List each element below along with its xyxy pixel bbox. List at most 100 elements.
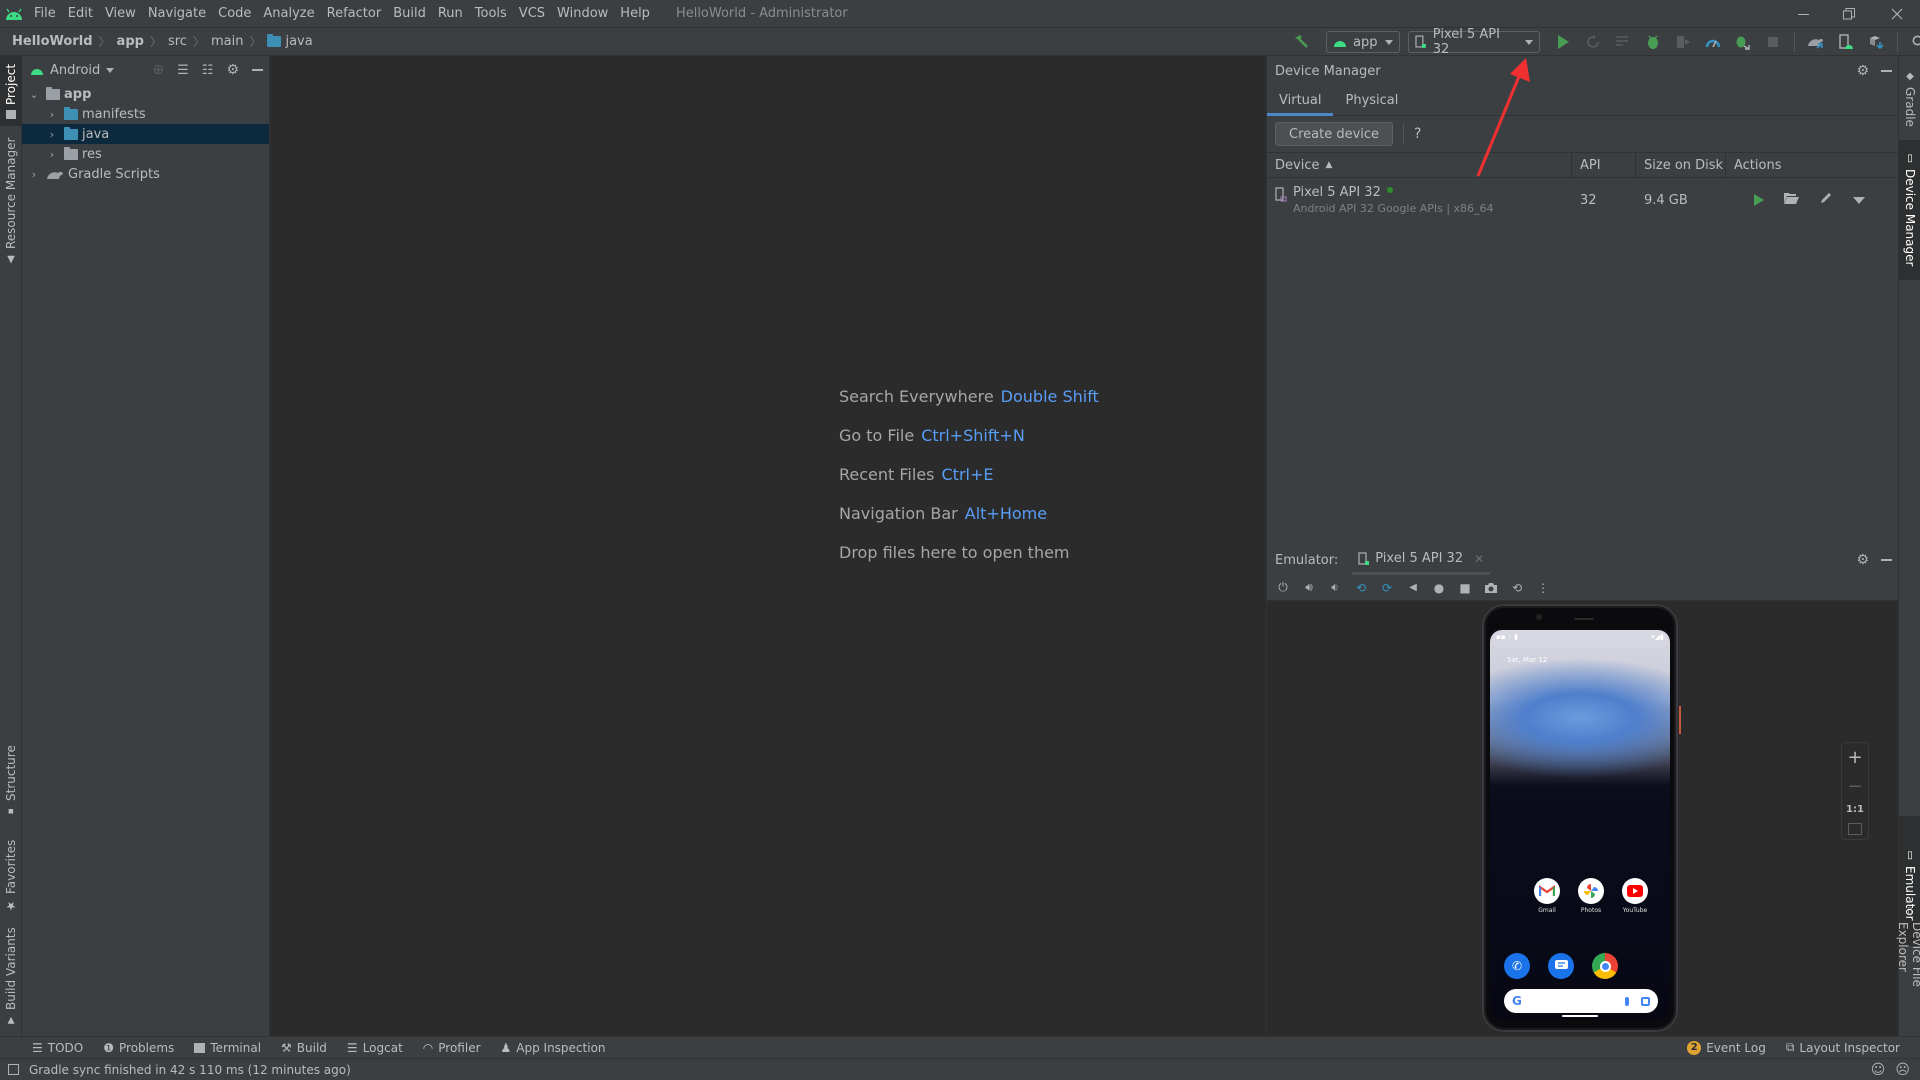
gesture-handle[interactable] bbox=[1562, 1015, 1598, 1017]
apply-code-changes-button[interactable] bbox=[1610, 29, 1636, 55]
zoom-in-button[interactable]: + bbox=[1847, 747, 1862, 768]
column-header-api[interactable]: API bbox=[1572, 152, 1636, 178]
breadcrumb-java[interactable]: java bbox=[285, 34, 312, 49]
volume-up-button[interactable]: 🔊︎ bbox=[1301, 580, 1317, 596]
create-device-button[interactable]: Create device bbox=[1275, 122, 1394, 146]
debug-button[interactable] bbox=[1640, 29, 1666, 55]
rotate-left-button[interactable]: ⟲ bbox=[1353, 580, 1369, 596]
mic-icon[interactable] bbox=[1625, 996, 1629, 1006]
attach-debugger-button[interactable] bbox=[1730, 29, 1756, 55]
app-youtube[interactable] bbox=[1622, 878, 1648, 904]
menu-refactor[interactable]: Refactor bbox=[321, 0, 388, 28]
tool-tab-resource-manager[interactable]: ▲ Resource Manager bbox=[0, 136, 22, 266]
tool-tab-gradle[interactable]: ◆ Gradle bbox=[1899, 64, 1920, 134]
editor-empty-area[interactable]: Search Everywhere Double Shift Go to File… bbox=[270, 56, 1266, 1036]
breadcrumb-module[interactable]: app bbox=[117, 34, 144, 49]
tree-item-manifests[interactable]: › manifests bbox=[22, 104, 269, 124]
minimize-button[interactable] bbox=[1780, 0, 1826, 28]
hide-panel-button[interactable] bbox=[1881, 559, 1892, 561]
device-row[interactable]: Pixel 5 API 32 Android API 32 Google API… bbox=[1267, 178, 1898, 222]
tree-item-res[interactable]: › res bbox=[22, 144, 269, 164]
breadcrumb-main[interactable]: main bbox=[211, 34, 243, 49]
collapse-all-button[interactable]: ☷ bbox=[202, 63, 214, 78]
run-with-coverage-button[interactable] bbox=[1670, 29, 1696, 55]
tool-tab-device-file-explorer[interactable]: ▯ Device File Explorer bbox=[1896, 906, 1920, 1036]
tab-virtual[interactable]: Virtual bbox=[1267, 86, 1334, 116]
date-widget[interactable]: Sat, Mar 12 bbox=[1507, 656, 1547, 664]
menu-code[interactable]: Code bbox=[212, 0, 257, 28]
app-phone[interactable]: ✆ bbox=[1504, 953, 1530, 979]
status-message[interactable]: Gradle sync finished in 42 s 110 ms (12 … bbox=[29, 1063, 351, 1077]
breadcrumb-src[interactable]: src bbox=[168, 34, 187, 49]
sync-gradle-button[interactable] bbox=[1803, 29, 1829, 55]
tool-window-logcat[interactable]: ☰ Logcat bbox=[347, 1041, 403, 1055]
tree-item-app[interactable]: ⌄ app bbox=[22, 84, 269, 104]
gear-icon[interactable]: ⚙ bbox=[226, 62, 239, 78]
menu-run[interactable]: Run bbox=[432, 0, 469, 28]
zoom-out-button[interactable]: − bbox=[1847, 776, 1862, 797]
column-header-actions[interactable]: Actions bbox=[1726, 152, 1898, 178]
tool-window-todo[interactable]: ☰ TODO bbox=[32, 1041, 83, 1055]
run-config-dropdown[interactable]: app bbox=[1326, 31, 1400, 53]
tool-tab-project[interactable]: Project bbox=[0, 56, 22, 126]
show-on-disk-button[interactable] bbox=[1784, 192, 1799, 208]
tool-tab-structure[interactable]: ▪ Structure bbox=[0, 746, 22, 817]
menu-vcs[interactable]: VCS bbox=[513, 0, 551, 28]
tool-tab-build-variants[interactable]: ▼ Build Variants bbox=[0, 926, 22, 1026]
screenshot-button[interactable] bbox=[1483, 580, 1499, 596]
app-photos[interactable] bbox=[1578, 878, 1604, 904]
launch-device-button[interactable] bbox=[1754, 194, 1764, 206]
lens-icon[interactable] bbox=[1641, 996, 1650, 1006]
apply-changes-restart-button[interactable] bbox=[1580, 29, 1606, 55]
menu-view[interactable]: View bbox=[99, 0, 142, 28]
column-header-size[interactable]: Size on Disk bbox=[1636, 152, 1726, 178]
tool-window-layout-inspector[interactable]: ⧉ Layout Inspector bbox=[1786, 1040, 1900, 1055]
tab-physical[interactable]: Physical bbox=[1333, 86, 1410, 116]
tool-tab-favorites[interactable]: ★ Favorites bbox=[0, 836, 22, 916]
close-window-button[interactable] bbox=[1874, 0, 1920, 28]
make-project-button[interactable] bbox=[1288, 29, 1314, 55]
menu-analyze[interactable]: Analyze bbox=[257, 0, 320, 28]
tool-window-app-inspection[interactable]: ♟ App Inspection bbox=[501, 1041, 606, 1055]
emulator-device-tab[interactable]: Pixel 5 API 32 ✕ bbox=[1352, 545, 1491, 575]
tool-window-build[interactable]: ⚒ Build bbox=[281, 1041, 327, 1055]
tree-item-gradle-scripts[interactable]: › Gradle Scripts bbox=[22, 164, 269, 184]
gear-icon[interactable]: ⚙ bbox=[1856, 63, 1869, 79]
sdk-manager-button[interactable] bbox=[1863, 29, 1889, 55]
menu-build[interactable]: Build bbox=[387, 0, 432, 28]
hide-panel-button[interactable] bbox=[1881, 70, 1892, 72]
toggle-tool-windows-icon[interactable] bbox=[8, 1064, 19, 1075]
app-messages[interactable] bbox=[1548, 953, 1574, 979]
more-actions-button[interactable] bbox=[1853, 196, 1865, 204]
device-dropdown[interactable]: Pixel 5 API 32 bbox=[1408, 27, 1540, 57]
back-button[interactable]: ◀ bbox=[1405, 580, 1421, 596]
tool-window-profiler[interactable]: ◠ Profiler bbox=[423, 1041, 481, 1055]
power-button[interactable]: ⏻ bbox=[1275, 580, 1291, 596]
fit-screen-button[interactable] bbox=[1848, 823, 1862, 836]
tool-window-problems[interactable]: ❶ Problems bbox=[103, 1041, 174, 1055]
help-button[interactable]: ? bbox=[1414, 126, 1421, 142]
app-chrome[interactable] bbox=[1592, 953, 1618, 979]
actual-size-button[interactable]: 1:1 bbox=[1846, 804, 1864, 815]
rotate-right-button[interactable]: ⟳ bbox=[1379, 580, 1395, 596]
menu-navigate[interactable]: Navigate bbox=[142, 0, 212, 28]
menu-help[interactable]: Help bbox=[614, 0, 656, 28]
tool-window-event-log[interactable]: 2 Event Log bbox=[1687, 1040, 1766, 1055]
select-opened-file-button[interactable]: ⊕ bbox=[152, 62, 164, 78]
tree-item-java[interactable]: › java bbox=[22, 124, 269, 144]
feedback-happy-icon[interactable]: ☺ bbox=[1871, 1062, 1886, 1078]
menu-tools[interactable]: Tools bbox=[469, 0, 513, 28]
tool-tab-device-manager[interactable]: ▯ Device Manager bbox=[1899, 140, 1920, 280]
project-view-dropdown[interactable]: Android bbox=[30, 63, 115, 78]
hide-panel-button[interactable] bbox=[252, 69, 263, 71]
more-options-button[interactable]: ⋮ bbox=[1535, 580, 1551, 596]
google-search-bar[interactable]: G bbox=[1504, 989, 1658, 1013]
edit-device-button[interactable] bbox=[1819, 191, 1833, 209]
expand-all-button[interactable]: ☰ bbox=[177, 63, 189, 78]
gear-icon[interactable]: ⚙ bbox=[1856, 552, 1869, 568]
device-manager-button[interactable] bbox=[1833, 29, 1859, 55]
emulator-screen[interactable]: ▪▪ ◦ ▮ ▾◢▮ Sat, Mar 12 Gmail Photos YouT… bbox=[1490, 630, 1670, 1020]
home-button[interactable]: ● bbox=[1431, 580, 1447, 596]
volume-down-button[interactable]: 🔉︎ bbox=[1327, 580, 1343, 596]
menu-edit[interactable]: Edit bbox=[62, 0, 99, 28]
